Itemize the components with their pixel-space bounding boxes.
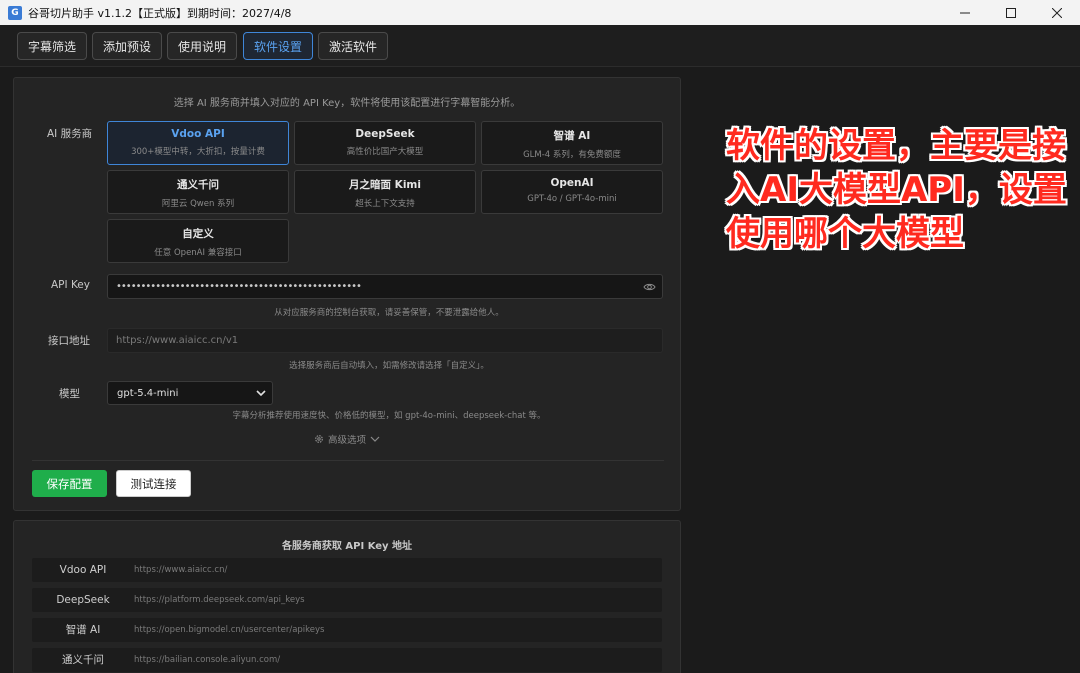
provider-name: 自定义: [182, 228, 214, 240]
window-title: 谷哥切片助手 v1.1.2【正式版】到期时间：2027/4/8: [28, 6, 292, 20]
eye-icon[interactable]: [643, 281, 656, 293]
advanced-options-label: 高级选项: [327, 435, 366, 446]
link-provider-name: Vdoo API: [59, 564, 107, 576]
provider-vdoo[interactable]: Vdoo API 300+模型中转，大折扣，按量计费: [107, 121, 289, 165]
provider-desc: 任意 OpenAI 兼容接口: [154, 248, 242, 258]
model-select[interactable]: gpt-5.4-mini: [107, 381, 273, 405]
provider-custom[interactable]: 自定义 任意 OpenAI 兼容接口: [107, 219, 289, 263]
link-row: DeepSeek https://platform.deepseek.com/a…: [32, 588, 662, 612]
provider-label: AI 服务商: [47, 128, 93, 140]
endpoint-input[interactable]: https://www.aiaicc.cn/v1: [107, 328, 663, 353]
annotation-text: 软件的设置，主要是接 入AI大模型API，设置 使用哪个大模型: [726, 124, 1080, 256]
settings-intro: 选择 AI 服务商并填入对应的 API Key，软件将使用该配置进行字幕智能分析…: [173, 98, 521, 109]
provider-desc: 阿里云 Qwen 系列: [161, 199, 235, 209]
api-key-links-panel: 各服务商获取 API Key 地址 Vdoo API https://www.a…: [13, 520, 681, 673]
minimize-icon: [960, 12, 970, 13]
link-url[interactable]: https://www.aiaicc.cn/: [134, 558, 227, 582]
provider-name: OpenAI: [550, 177, 594, 189]
maximize-button[interactable]: [988, 0, 1034, 25]
provider-kimi[interactable]: 月之暗面 Kimi 超长上下文支持: [294, 170, 476, 214]
model-hint: 字幕分析推荐使用速度快、价格低的模型，如 gpt-4o-mini、deepsee…: [232, 411, 546, 421]
tab-activate-software[interactable]: 激活软件: [318, 32, 388, 60]
provider-name: DeepSeek: [355, 128, 415, 140]
provider-name: 通义千问: [177, 179, 219, 191]
window-controls: [942, 0, 1080, 25]
gear-icon: [315, 435, 323, 443]
tab-bar: 字幕筛选 添加预设 使用说明 软件设置 激活软件: [0, 25, 1080, 67]
model-value: gpt-5.4-mini: [117, 387, 179, 399]
links-title: 各服务商获取 API Key 地址: [281, 541, 413, 552]
advanced-options-toggle[interactable]: 高级选项: [14, 432, 680, 446]
model-label: 模型: [59, 388, 80, 400]
chevron-down-icon: [256, 390, 266, 397]
annotation-line-3: 使用哪个大模型: [726, 214, 964, 254]
settings-panel: 选择 AI 服务商并填入对应的 API Key，软件将使用该配置进行字幕智能分析…: [13, 77, 681, 511]
api-key-value: ••••••••••••••••••••••••••••••••••••••••…: [116, 281, 362, 292]
test-connection-button[interactable]: 测试连接: [116, 470, 191, 497]
link-row: 智谱 AI https://open.bigmodel.cn/usercente…: [32, 618, 662, 642]
tab-software-settings[interactable]: 软件设置: [243, 32, 313, 60]
link-provider-name: DeepSeek: [56, 594, 110, 606]
save-config-button[interactable]: 保存配置: [32, 470, 107, 497]
provider-desc: 超长上下文支持: [355, 199, 415, 209]
divider: [32, 460, 664, 461]
endpoint-label: 接口地址: [48, 335, 90, 347]
chevron-down-icon: [370, 436, 380, 442]
link-url[interactable]: https://platform.deepseek.com/api_keys: [134, 588, 305, 612]
link-row: Vdoo API https://www.aiaicc.cn/: [32, 558, 662, 582]
provider-name: 智谱 AI: [553, 130, 591, 142]
link-provider-name: 通义千问: [62, 654, 104, 666]
annotation-line-2: 入AI大模型API，设置: [726, 170, 1067, 210]
minimize-button[interactable]: [942, 0, 988, 25]
annotation-line-1: 软件的设置，主要是接: [726, 126, 1066, 166]
tab-add-preset[interactable]: 添加预设: [92, 32, 162, 60]
provider-deepseek[interactable]: DeepSeek 高性价比国产大模型: [294, 121, 476, 165]
link-url[interactable]: https://open.bigmodel.cn/usercenter/apik…: [134, 618, 324, 642]
provider-desc: 300+模型中转，大折扣，按量计费: [131, 147, 265, 157]
link-row: 通义千问 https://bailian.console.aliyun.com/: [32, 648, 662, 672]
link-provider-name: 智谱 AI: [65, 624, 101, 636]
close-icon: [1052, 7, 1062, 18]
provider-zhipu[interactable]: 智谱 AI GLM-4 系列，有免费额度: [481, 121, 663, 165]
provider-name: 月之暗面 Kimi: [349, 179, 421, 191]
link-url[interactable]: https://bailian.console.aliyun.com/: [134, 648, 280, 672]
provider-openai[interactable]: OpenAI GPT-4o / GPT-4o-mini: [481, 170, 663, 214]
tab-subtitle-filter[interactable]: 字幕筛选: [17, 32, 87, 60]
api-key-label: API Key: [51, 279, 90, 291]
app-logo-icon: G: [8, 5, 22, 20]
api-key-input[interactable]: ••••••••••••••••••••••••••••••••••••••••…: [107, 274, 663, 299]
title-bar: G 谷哥切片助手 v1.1.2【正式版】到期时间：2027/4/8: [0, 0, 1080, 25]
provider-desc: GLM-4 系列，有免费额度: [523, 150, 621, 160]
provider-desc: 高性价比国产大模型: [346, 147, 424, 157]
provider-name: Vdoo API: [171, 128, 225, 140]
close-button[interactable]: [1034, 0, 1080, 25]
endpoint-hint: 选择服务商后自动填入，如需修改请选择「自定义」。: [289, 361, 489, 371]
provider-qwen[interactable]: 通义千问 阿里云 Qwen 系列: [107, 170, 289, 214]
tab-usage-guide[interactable]: 使用说明: [167, 32, 237, 60]
maximize-icon: [1006, 7, 1016, 18]
api-key-hint: 从对应服务商的控制台获取，请妥善保管，不要泄露给他人。: [274, 308, 504, 318]
provider-desc: GPT-4o / GPT-4o-mini: [527, 194, 617, 204]
